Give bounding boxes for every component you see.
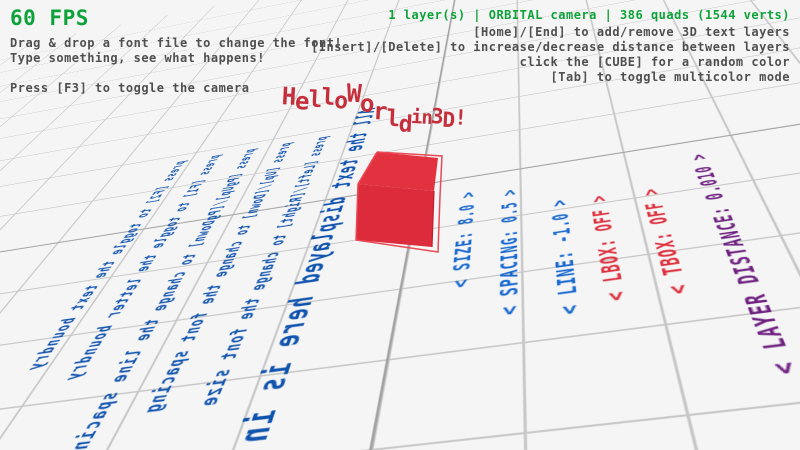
ground-param-label: < TBOX: OFF > [638,187,693,296]
hint-type-something: Type something, see what happens! [10,51,265,65]
hint-add-remove-layers: [Home]/[End] to add/remove 3D text layer… [473,25,790,39]
ground-param-label: < LINE: -1.0 > [547,198,582,316]
status-layers-camera-quads: 1 layer(s) | ORBITAL camera | 386 quads … [388,8,790,22]
hint-drag-drop-font: Drag & drop a font file to change the fo… [10,36,342,50]
red-cube[interactable] [352,146,444,254]
hint-layer-distance: [Insert]/[Delete] to increase/decrease d… [311,40,790,54]
ground-param-label: < LAYER DISTANCE: 0.010 > [686,152,800,376]
ground-param-label: < SIZE: 8.0 > [447,190,478,289]
ground-param-label: < LBOX: OFF > [586,194,629,303]
wave-letter: ! [454,105,468,130]
fps-counter: 60 FPS [10,6,89,30]
cube-front-face [356,184,434,247]
hint-cube-random-color: click the [CUBE] for a random color [520,55,790,69]
app-window: All the text displayed here is in 3Dpres… [0,0,800,450]
hint-toggle-camera: Press [F3] to toggle the camera [10,81,249,95]
ground-param-label: < SPACING: 0.5 > [495,188,521,317]
hint-multicolor-mode: [Tab] to toggle multicolor mode [551,70,790,84]
